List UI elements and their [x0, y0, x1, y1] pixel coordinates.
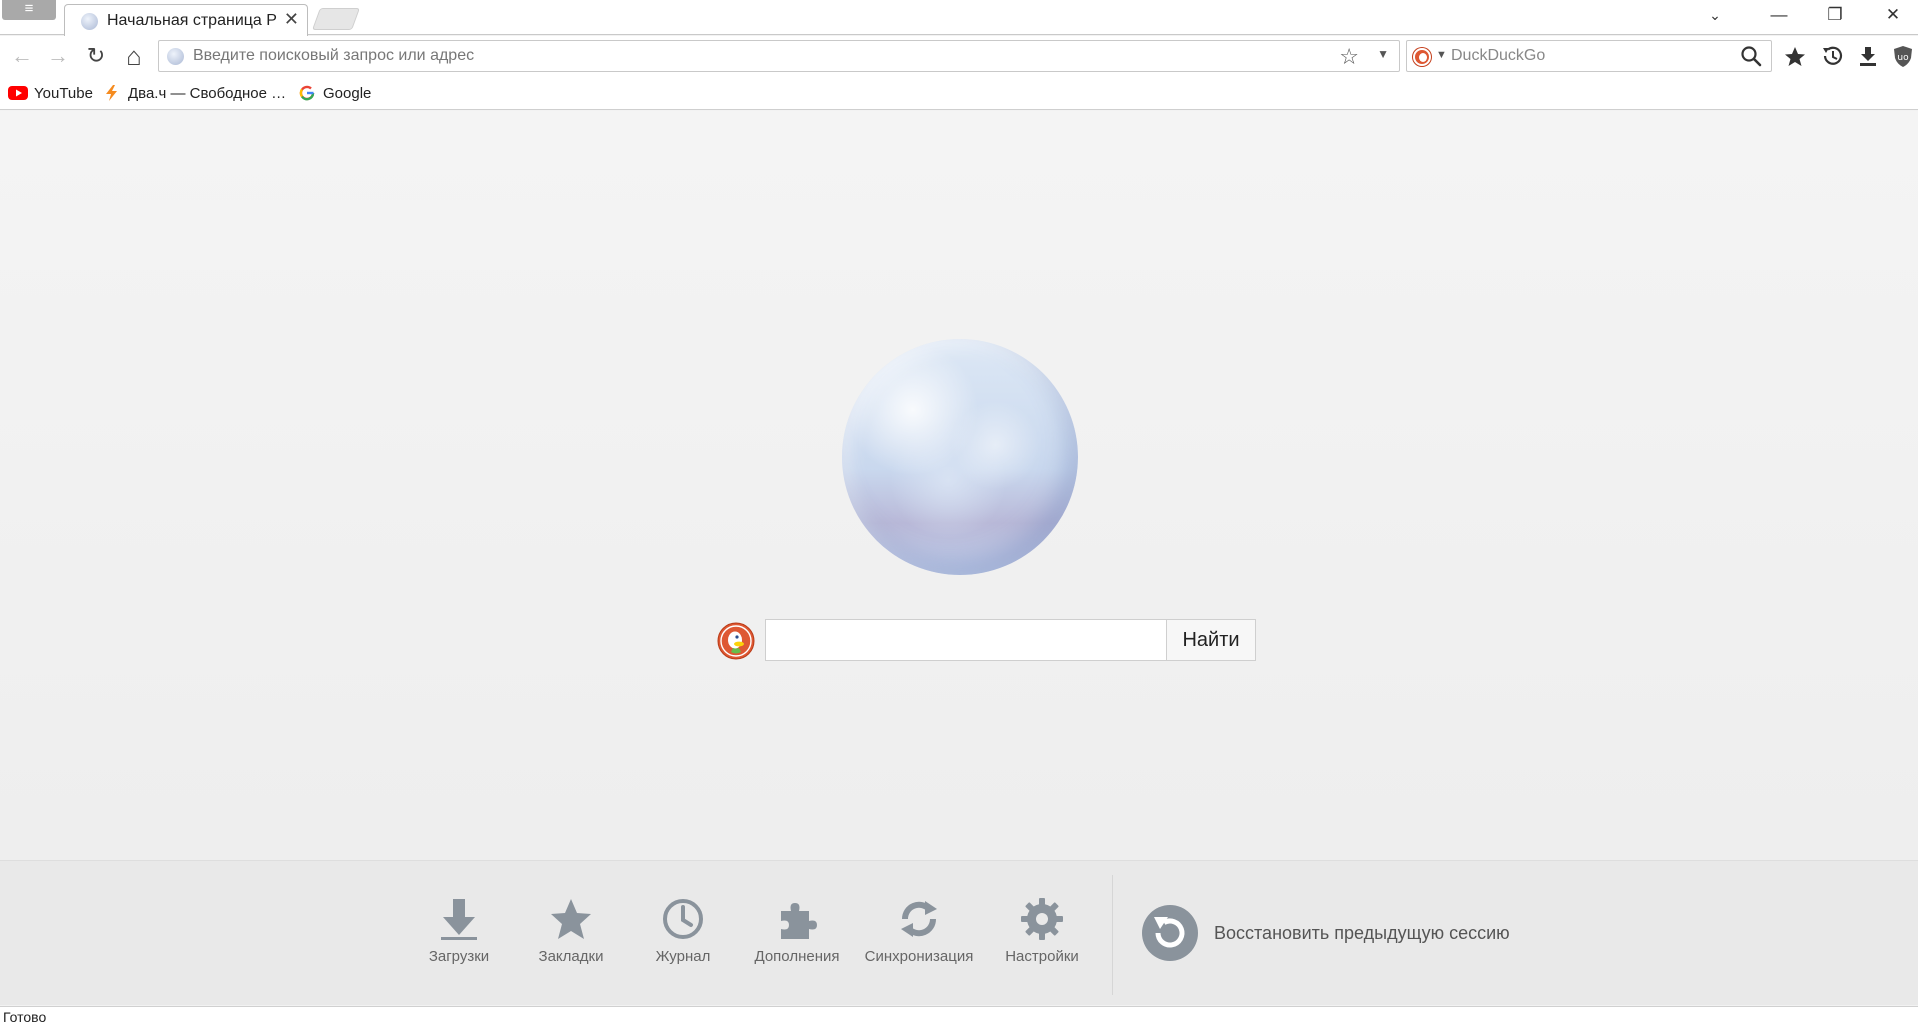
status-text: Готово [3, 1009, 47, 1025]
close-window-button[interactable]: ✕ [1870, 0, 1916, 32]
start-search-input[interactable] [765, 619, 1167, 661]
quick-label: Синхронизация [864, 948, 974, 965]
quick-label: Дополнения [754, 948, 840, 965]
start-page: Найти [0, 111, 1918, 860]
quick-settings[interactable]: Настройки [982, 897, 1102, 965]
restore-icon [1142, 905, 1198, 961]
status-bar: Готово [0, 1006, 1918, 1028]
quick-label: Журнал [655, 948, 711, 965]
bookmark-youtube[interactable]: YouTube [8, 82, 93, 104]
quick-launch-divider [1112, 875, 1113, 995]
title-bar: ≡ Начальная страница Р… ✕ ⌄ — ❐ ✕ [0, 0, 1918, 36]
youtube-icon [8, 86, 28, 100]
quick-downloads[interactable]: Загрузки [399, 897, 519, 965]
quick-bookmarks[interactable]: Закладки [511, 897, 631, 965]
new-tab-button[interactable] [311, 8, 361, 30]
bookmark-label: YouTube [34, 84, 93, 102]
search-icon[interactable] [1739, 44, 1763, 68]
duckduckgo-logo-icon [717, 622, 755, 660]
history-icon[interactable] [1817, 42, 1847, 70]
minimize-button[interactable]: — [1756, 0, 1802, 32]
bookmark-label: Два.ч — Свободное … [128, 84, 287, 102]
sync-icon [901, 901, 937, 937]
quick-sync[interactable]: Синхронизация [859, 897, 979, 965]
bookmark-label: Google [323, 84, 372, 102]
restore-session-label: Восстановить предыдущую сессию [1214, 922, 1510, 943]
lightning-icon [106, 85, 117, 101]
search-engine-dropdown-icon[interactable]: ▼ [1436, 49, 1447, 61]
url-input[interactable] [193, 45, 1313, 67]
reload-button[interactable]: ↻ [82, 42, 110, 70]
restore-window-button[interactable]: ❐ [1812, 0, 1858, 32]
quick-addons[interactable]: Дополнения [737, 897, 857, 965]
bookmark-google[interactable]: Google [297, 82, 371, 104]
bookmark-2ch[interactable]: Два.ч — Свободное … [102, 82, 286, 104]
tab-title: Начальная страница Р… [107, 12, 279, 29]
main-menu-button[interactable]: ≡ [2, 0, 56, 20]
tab-start-page[interactable]: Начальная страница Р… ✕ [64, 4, 308, 36]
forward-button[interactable]: → [44, 42, 72, 70]
download-icon [441, 899, 477, 940]
bookmarks-toolbar: YouTube Два.ч — Свободное … Google [0, 76, 1918, 110]
google-icon [299, 85, 315, 101]
quick-label: Загрузки [428, 948, 490, 965]
planet-logo-icon [842, 339, 1078, 575]
star-icon [551, 899, 591, 939]
puzzle-icon [781, 903, 817, 939]
download-icon[interactable] [1853, 42, 1883, 70]
quick-launch-bar: Загрузки Закладки Журнал Дополнения Синх… [0, 860, 1918, 1005]
ublock-shield-icon[interactable]: uo [1888, 42, 1918, 70]
duckduckgo-engine-icon[interactable] [1413, 48, 1431, 66]
clock-icon [663, 899, 703, 939]
gear-icon [1021, 898, 1063, 940]
history-dropdown-icon[interactable]: ▼ [1377, 47, 1389, 61]
quick-label: Закладки [538, 948, 604, 965]
globe-favicon-icon [167, 48, 184, 65]
url-bar: ☆ ▼ [158, 40, 1400, 72]
tab-close-icon[interactable]: ✕ [284, 9, 299, 30]
navigation-toolbar: ← → ↻ ⌂ ☆ ▼ ▼ uo [0, 36, 1918, 76]
tab-list-dropdown-icon[interactable]: ⌄ [1692, 0, 1738, 32]
bookmark-star-icon[interactable]: ☆ [1339, 44, 1359, 70]
quick-history[interactable]: Журнал [623, 897, 743, 965]
back-button[interactable]: ← [8, 42, 36, 70]
bookmarks-star-icon[interactable] [1780, 42, 1810, 70]
home-button[interactable]: ⌂ [120, 42, 148, 70]
find-button[interactable]: Найти [1166, 619, 1256, 661]
search-bar: ▼ [1406, 40, 1772, 72]
search-input[interactable] [1451, 45, 1721, 67]
quick-label: Настройки [1005, 948, 1079, 965]
restore-session-button[interactable]: Восстановить предыдущую сессию [1140, 903, 1510, 963]
globe-favicon-icon [81, 13, 98, 30]
svg-text:uo: uo [1897, 53, 1909, 63]
